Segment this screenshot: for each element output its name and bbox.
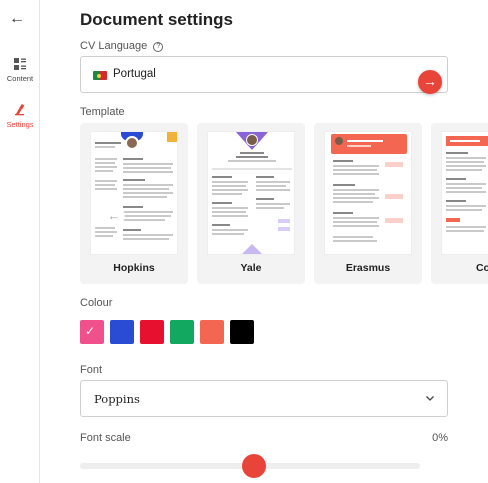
font-label: Font	[80, 364, 103, 376]
font-select[interactable]: Poppins	[80, 380, 448, 417]
template-label: Template	[80, 106, 125, 118]
cv-language-label: CV Language?	[80, 40, 164, 52]
template-card-erasmus[interactable]: Erasmus	[314, 123, 422, 284]
template-card-yale[interactable]: Yale	[197, 123, 305, 284]
template-carousel: ← Hopkins Yale Erasmus Co	[80, 123, 488, 284]
sidebar: ← Content Settings	[0, 0, 40, 483]
cv-language-select[interactable]: Portugal	[80, 56, 448, 93]
settings-icon	[15, 104, 25, 116]
scroll-left-icon[interactable]: ←	[103, 205, 125, 227]
cv-language-value: Portugal	[113, 68, 156, 80]
font-scale-slider-handle[interactable]	[242, 454, 266, 478]
font-value: Poppins	[94, 392, 140, 406]
colour-swatch[interactable]	[230, 320, 254, 344]
portugal-flag-icon	[93, 71, 107, 80]
font-scale-value: 0%	[432, 432, 448, 444]
check-icon: ✓	[85, 324, 96, 338]
colour-swatch[interactable]	[200, 320, 224, 344]
scroll-right-icon[interactable]: →	[418, 70, 442, 94]
colour-label: Colour	[80, 297, 113, 309]
template-card-hopkins[interactable]: ← Hopkins	[80, 123, 188, 284]
sidebar-item-label: Content	[6, 74, 34, 83]
chevron-down-icon	[426, 396, 434, 401]
content-icon	[14, 58, 26, 70]
template-thumbnail: ←	[90, 131, 178, 255]
template-name: Yale	[240, 262, 262, 274]
template-name: Erasmus	[345, 262, 391, 274]
template-name: Hopkins	[113, 262, 155, 274]
font-scale-label: Font scale	[80, 432, 131, 444]
colour-swatch[interactable]	[140, 320, 164, 344]
colour-swatch[interactable]	[170, 320, 194, 344]
back-arrow-icon[interactable]: ←	[8, 10, 26, 28]
sidebar-item-content[interactable]: Content	[0, 58, 40, 83]
colour-swatch[interactable]	[110, 320, 134, 344]
template-thumbnail	[324, 131, 412, 255]
sidebar-item-label: Settings	[6, 120, 34, 129]
help-icon[interactable]: ?	[153, 42, 164, 52]
page-title: Document settings	[80, 10, 234, 29]
template-card-cor[interactable]: Cor	[431, 123, 488, 284]
colour-swatch[interactable]: ✓	[80, 320, 104, 344]
sidebar-item-settings[interactable]: Settings	[0, 104, 40, 129]
cv-language-label-text: CV Language	[80, 40, 148, 52]
template-thumbnail	[441, 131, 488, 255]
template-name: Cor	[475, 262, 488, 274]
template-thumbnail	[207, 131, 295, 255]
